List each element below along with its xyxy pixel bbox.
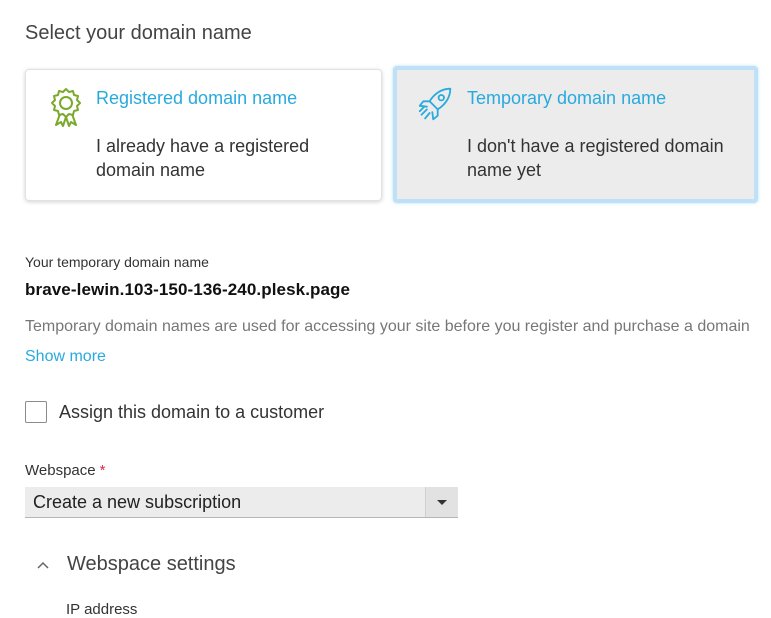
registered-domain-option[interactable]: Registered domain name I already have a … — [25, 69, 382, 201]
description-fade — [25, 335, 755, 349]
assign-customer-checkbox[interactable] — [25, 401, 47, 423]
rocket-icon — [418, 87, 452, 121]
registered-option-description: I already have a registered domain name — [96, 136, 310, 180]
webspace-settings-title: Webspace settings — [67, 553, 236, 575]
webspace-settings-toggle[interactable]: Webspace settings — [36, 553, 236, 576]
temporary-domain-option[interactable]: Temporary domain name I don't have a reg… — [393, 66, 758, 203]
temporary-domain-value: brave-lewin.103-150-136-240.plesk.page — [25, 280, 351, 299]
caret-down-icon — [437, 500, 447, 505]
webspace-label: Webspace * — [25, 462, 105, 479]
assign-customer-label[interactable]: Assign this domain to a customer — [59, 402, 324, 423]
webspace-label-text: Webspace — [25, 462, 96, 479]
webspace-select-value: Create a new subscription — [33, 492, 242, 512]
temporary-domain-label: Your temporary domain name — [25, 254, 209, 270]
assign-customer-row[interactable]: Assign this domain to a customer — [25, 401, 324, 423]
temporary-option-title: Temporary domain name — [467, 88, 667, 108]
required-asterisk: * — [99, 462, 106, 479]
award-badge-icon — [51, 88, 81, 127]
temporary-option-description: I don't have a registered domain name ye… — [467, 136, 724, 180]
registered-option-title: Registered domain name — [96, 88, 298, 108]
webspace-select-toggle[interactable] — [425, 487, 458, 517]
chevron-up-icon — [37, 561, 49, 569]
section-title: Select your domain name — [25, 22, 252, 44]
show-more-link[interactable]: Show more — [25, 348, 106, 366]
webspace-select[interactable]: Create a new subscription — [25, 487, 458, 518]
